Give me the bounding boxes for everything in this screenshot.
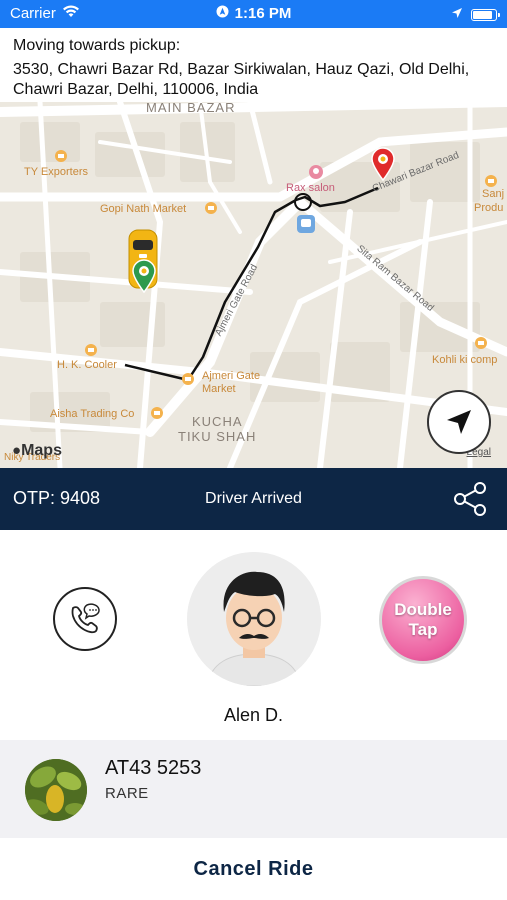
- place-hk-cooler: H. K. Cooler: [57, 359, 117, 371]
- place-sanj: Sanj: [482, 188, 505, 200]
- phone-chat-icon: [71, 603, 100, 634]
- poi-icon: [85, 344, 97, 356]
- battery-icon: [471, 8, 500, 21]
- poi-icon: [55, 150, 67, 162]
- place-gopi-nath-market: Gopi Nath Market: [100, 203, 187, 215]
- share-button[interactable]: [451, 480, 489, 518]
- vehicle-photo-icon: [25, 759, 87, 821]
- place-kucha: KUCHA: [192, 414, 243, 429]
- place-tiku-shah: TIKU SHAH: [178, 429, 257, 444]
- cancel-ride-button[interactable]: Cancel Ride: [0, 838, 507, 900]
- cancel-ride-label: Cancel Ride: [193, 858, 314, 880]
- poi-icon: [205, 202, 217, 214]
- poi-icon: [151, 407, 163, 419]
- poi-icon: [182, 373, 194, 385]
- clock-time: 1:16 PM: [234, 5, 292, 22]
- double-tap-line1: Double: [394, 600, 452, 619]
- metro-icon: [297, 215, 315, 233]
- vehicle-model: RARE: [105, 785, 149, 802]
- place-rax-salon: Rax salon: [286, 182, 335, 194]
- vehicle-panel: AT43 5253 RARE: [0, 740, 507, 838]
- location-arrow-icon: [451, 6, 463, 23]
- maps-attribution: ●Maps: [12, 442, 62, 459]
- double-tap-button[interactable]: Double Tap: [379, 576, 467, 664]
- otp-bar: OTP: 9408 Driver Arrived: [0, 468, 507, 530]
- salon-poi-icon: [309, 165, 323, 179]
- vehicle-plate: AT43 5253: [105, 757, 202, 779]
- place-aisha-trading: Aisha Trading Co: [50, 408, 135, 420]
- apple-logo-icon: ●: [12, 442, 22, 459]
- location-services-icon: [216, 5, 229, 22]
- pickup-panel: Moving towards pickup: 3530, Chawri Baza…: [0, 28, 507, 102]
- poi-icon: [475, 337, 487, 349]
- call-driver-button[interactable]: [53, 587, 117, 651]
- vehicle-thumbnail: [25, 759, 87, 821]
- driver-avatar: [187, 552, 321, 686]
- driver-portrait-icon: [187, 552, 321, 686]
- pickup-address: 3530, Chawri Bazar Rd, Bazar Sirkiwalan,…: [13, 61, 470, 98]
- pickup-label: Moving towards pickup:: [13, 37, 181, 54]
- status-bar: Carrier 1:16 PM: [0, 0, 507, 28]
- navigation-arrow-icon: [447, 410, 471, 434]
- destination-pin-icon: [371, 147, 395, 181]
- place-main-bazar: MAIN BAZAR: [146, 102, 236, 115]
- driver-location-pin-icon: [132, 259, 156, 293]
- driver-name: Alen D.: [223, 705, 284, 725]
- driver-panel: Double Tap Alen D.: [0, 530, 507, 740]
- place-ajmeri-gate-market-2: Market: [202, 383, 236, 395]
- ride-status: Driver Arrived: [205, 490, 302, 507]
- share-icon: [454, 482, 486, 516]
- recenter-button[interactable]: [427, 390, 491, 454]
- double-tap-line2: Tap: [408, 620, 438, 639]
- place-kohli: Kohli ki comp: [432, 354, 498, 366]
- place-ajmeri-gate-market: Ajmeri Gate: [202, 370, 261, 382]
- place-ty-exporters: TY Exporters: [24, 166, 88, 178]
- poi-icon: [485, 175, 497, 187]
- place-produ: Produ: [474, 202, 504, 214]
